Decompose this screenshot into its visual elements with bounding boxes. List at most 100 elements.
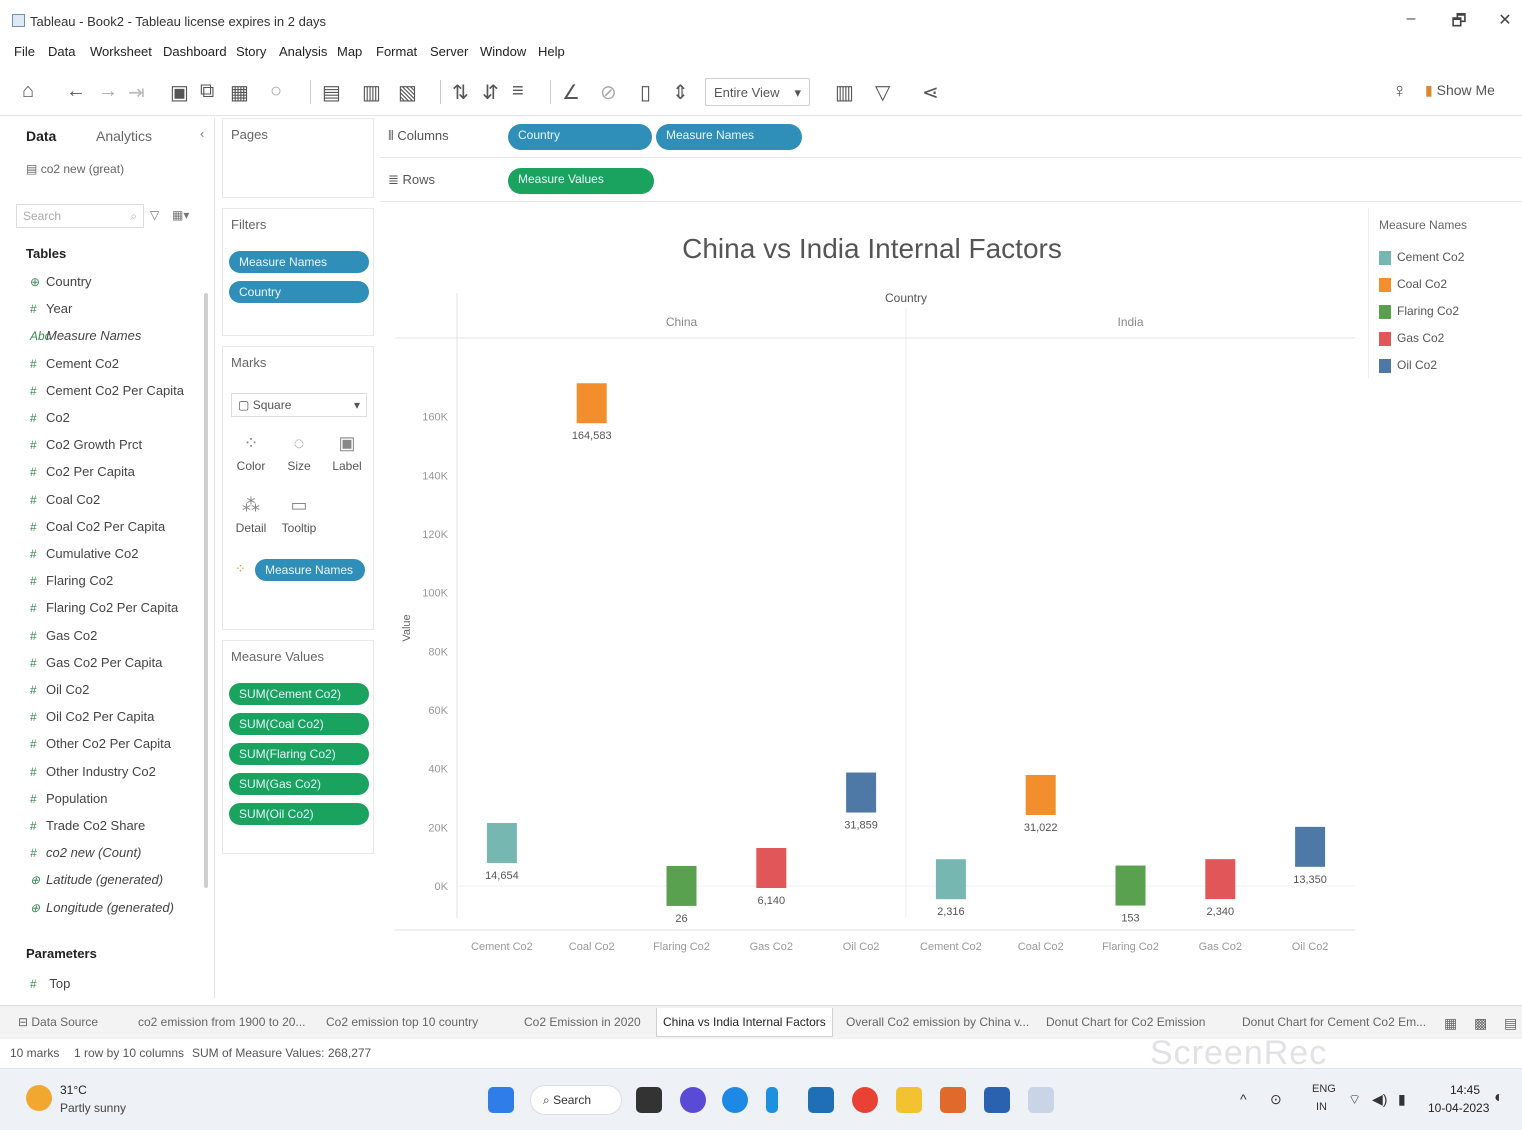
clock-date[interactable]: 10-04-2023 [1428, 1101, 1489, 1115]
sheet-tab[interactable]: Donut Chart for Cement Co2 Em... [1242, 1015, 1426, 1029]
field-item[interactable]: ⊕ Latitude (generated) [30, 872, 163, 887]
menu-story[interactable]: Story [236, 44, 266, 59]
menu-window[interactable]: Window [480, 44, 526, 59]
chat-icon[interactable] [680, 1087, 706, 1113]
columns-pill-country[interactable]: Country [508, 124, 652, 150]
save-icon[interactable]: ▣ [170, 80, 189, 105]
file-explorer-icon[interactable] [896, 1087, 922, 1113]
restore-button[interactable]: 🗗 [1444, 10, 1474, 37]
chevron-up-icon[interactable]: ^ [1240, 1091, 1247, 1107]
color-pill-measure-names[interactable]: Measure Names [255, 559, 365, 581]
pause-updates-icon[interactable]: ○ [270, 80, 282, 103]
menu-map[interactable]: Map [337, 44, 362, 59]
volume-icon[interactable]: ◀) [1372, 1091, 1387, 1108]
field-item[interactable]: # Gas Co2 [30, 628, 97, 643]
sheet-tab-active[interactable]: China vs India Internal Factors [656, 1008, 833, 1037]
wifi-icon[interactable]: ⌔ [1348, 1091, 1361, 1109]
field-item[interactable]: # Other Co2 Per Capita [30, 736, 171, 751]
totals-icon[interactable]: ≡ [512, 80, 524, 103]
field-item[interactable]: # Co2 Growth Prct [30, 437, 142, 452]
new-dashboard-tab-icon[interactable]: ▩ [1474, 1015, 1487, 1032]
sheet-tab[interactable]: Co2 emission top 10 country [326, 1015, 478, 1029]
replay-icon[interactable]: ⇥ [128, 80, 145, 105]
store-icon[interactable] [808, 1087, 834, 1113]
sheet-tab[interactable]: Donut Chart for Co2 Emission [1046, 1015, 1205, 1029]
mark-type-dropdown[interactable]: ▢ Square ▾ [231, 393, 367, 417]
field-item[interactable]: # Co2 Per Capita [30, 464, 135, 479]
measure-value-pill[interactable]: SUM(Gas Co2) [229, 773, 369, 795]
menu-analysis[interactable]: Analysis [279, 44, 327, 59]
field-item[interactable]: # Oil Co2 [30, 682, 89, 697]
field-item[interactable]: ⊕ Longitude (generated) [30, 900, 174, 915]
field-item[interactable]: # Year [30, 301, 72, 316]
new-datasource-icon[interactable]: ⧉ [200, 80, 214, 103]
legend-item-gas[interactable]: Gas Co2 [1379, 331, 1444, 346]
view-options-icon[interactable]: ▦▾ [172, 208, 189, 222]
new-worksheet-icon[interactable]: ▦ [230, 80, 249, 105]
menu-help[interactable]: Help [538, 44, 565, 59]
clock-time[interactable]: 14:45 [1450, 1083, 1480, 1097]
sheet-tab[interactable]: Overall Co2 emission by China v... [846, 1015, 1029, 1029]
menu-file[interactable]: File [14, 44, 35, 59]
field-item[interactable]: AbcMeasure Names [30, 328, 141, 343]
collapse-icon[interactable]: ‹ [200, 126, 204, 141]
new-story-tab-icon[interactable]: ▤ [1504, 1015, 1517, 1032]
sort-asc-icon[interactable]: ⇅ [452, 80, 469, 105]
lightbulb-icon[interactable]: ♀ [1392, 80, 1407, 103]
measure-value-pill[interactable]: SUM(Cement Co2) [229, 683, 369, 705]
color-button[interactable]: ⁘ Color [231, 433, 271, 483]
fit-mode-dropdown[interactable]: Entire View ▾ [705, 78, 810, 106]
home-icon[interactable]: ⌂ [22, 80, 34, 103]
tooltip-button[interactable]: ▭ Tooltip [279, 495, 319, 545]
word-icon[interactable] [984, 1087, 1010, 1113]
detail-button[interactable]: ⁂ Detail [231, 495, 271, 545]
field-item[interactable]: # Coal Co2 Per Capita [30, 519, 165, 534]
taskbar-search[interactable]: ⌕ Search [530, 1085, 622, 1115]
show-me-button[interactable]: ▮ Show Me [1425, 82, 1495, 99]
filter-fields-icon[interactable]: ▽ [150, 208, 159, 222]
search-input[interactable]: Search ⌕ [16, 204, 144, 228]
field-item[interactable]: # Gas Co2 Per Capita [30, 655, 162, 670]
menu-worksheet[interactable]: Worksheet [90, 44, 152, 59]
scrollbar[interactable] [204, 293, 208, 888]
paint-icon[interactable] [940, 1087, 966, 1113]
field-item[interactable]: # Population [30, 791, 107, 806]
close-button[interactable]: ✕ [1490, 10, 1520, 30]
rows-pill-measure-values[interactable]: Measure Values [508, 168, 654, 194]
chrome-icon[interactable] [852, 1087, 878, 1113]
task-view-icon[interactable] [636, 1087, 662, 1113]
field-item[interactable]: ⊕ Country [30, 274, 92, 289]
field-item[interactable]: # Trade Co2 Share [30, 818, 145, 833]
legend-item-cement[interactable]: Cement Co2 [1379, 250, 1464, 265]
field-item[interactable]: # Cement Co2 [30, 356, 119, 371]
start-icon[interactable] [488, 1087, 514, 1113]
tableau-icon[interactable] [1028, 1087, 1054, 1113]
app-icon-blue[interactable] [766, 1087, 778, 1113]
measure-value-pill[interactable]: SUM(Flaring Co2) [229, 743, 369, 765]
weather-icon[interactable] [26, 1085, 52, 1111]
sheet-tab[interactable]: co2 emission from 1900 to 20... [138, 1015, 305, 1029]
presentation-icon[interactable]: ▽ [875, 80, 890, 105]
tab-data[interactable]: Data [26, 128, 56, 144]
group-icon[interactable]: ⊘ [600, 80, 617, 105]
field-item[interactable]: # Cumulative Co2 [30, 546, 139, 561]
filter-pill-country[interactable]: Country [229, 281, 369, 303]
notifications-icon[interactable]: ◐ [1494, 1089, 1504, 1107]
network-icon[interactable]: ⊙ [1270, 1091, 1282, 1108]
legend-item-oil[interactable]: Oil Co2 [1379, 358, 1437, 373]
menu-format[interactable]: Format [376, 44, 417, 59]
share-icon[interactable]: ⋖ [922, 80, 939, 105]
field-item[interactable]: # Cement Co2 Per Capita [30, 383, 184, 398]
filter-pill-measure-names[interactable]: Measure Names [229, 251, 369, 273]
legend-item-flaring[interactable]: Flaring Co2 [1379, 304, 1459, 319]
menu-server[interactable]: Server [430, 44, 468, 59]
labels-icon[interactable]: ▯ [640, 80, 651, 105]
minimize-button[interactable]: – [1396, 10, 1426, 28]
rows-shelf[interactable]: ≣ Rows Measure Values [380, 160, 1522, 202]
edge-icon[interactable] [722, 1087, 748, 1113]
tab-analytics[interactable]: Analytics [96, 128, 152, 144]
field-item[interactable]: # Oil Co2 Per Capita [30, 709, 154, 724]
sort-desc-icon[interactable]: ⇵ [482, 80, 499, 105]
legend-item-coal[interactable]: Coal Co2 [1379, 277, 1447, 292]
data-source-tab[interactable]: ⊟ Data Source [18, 1015, 98, 1029]
